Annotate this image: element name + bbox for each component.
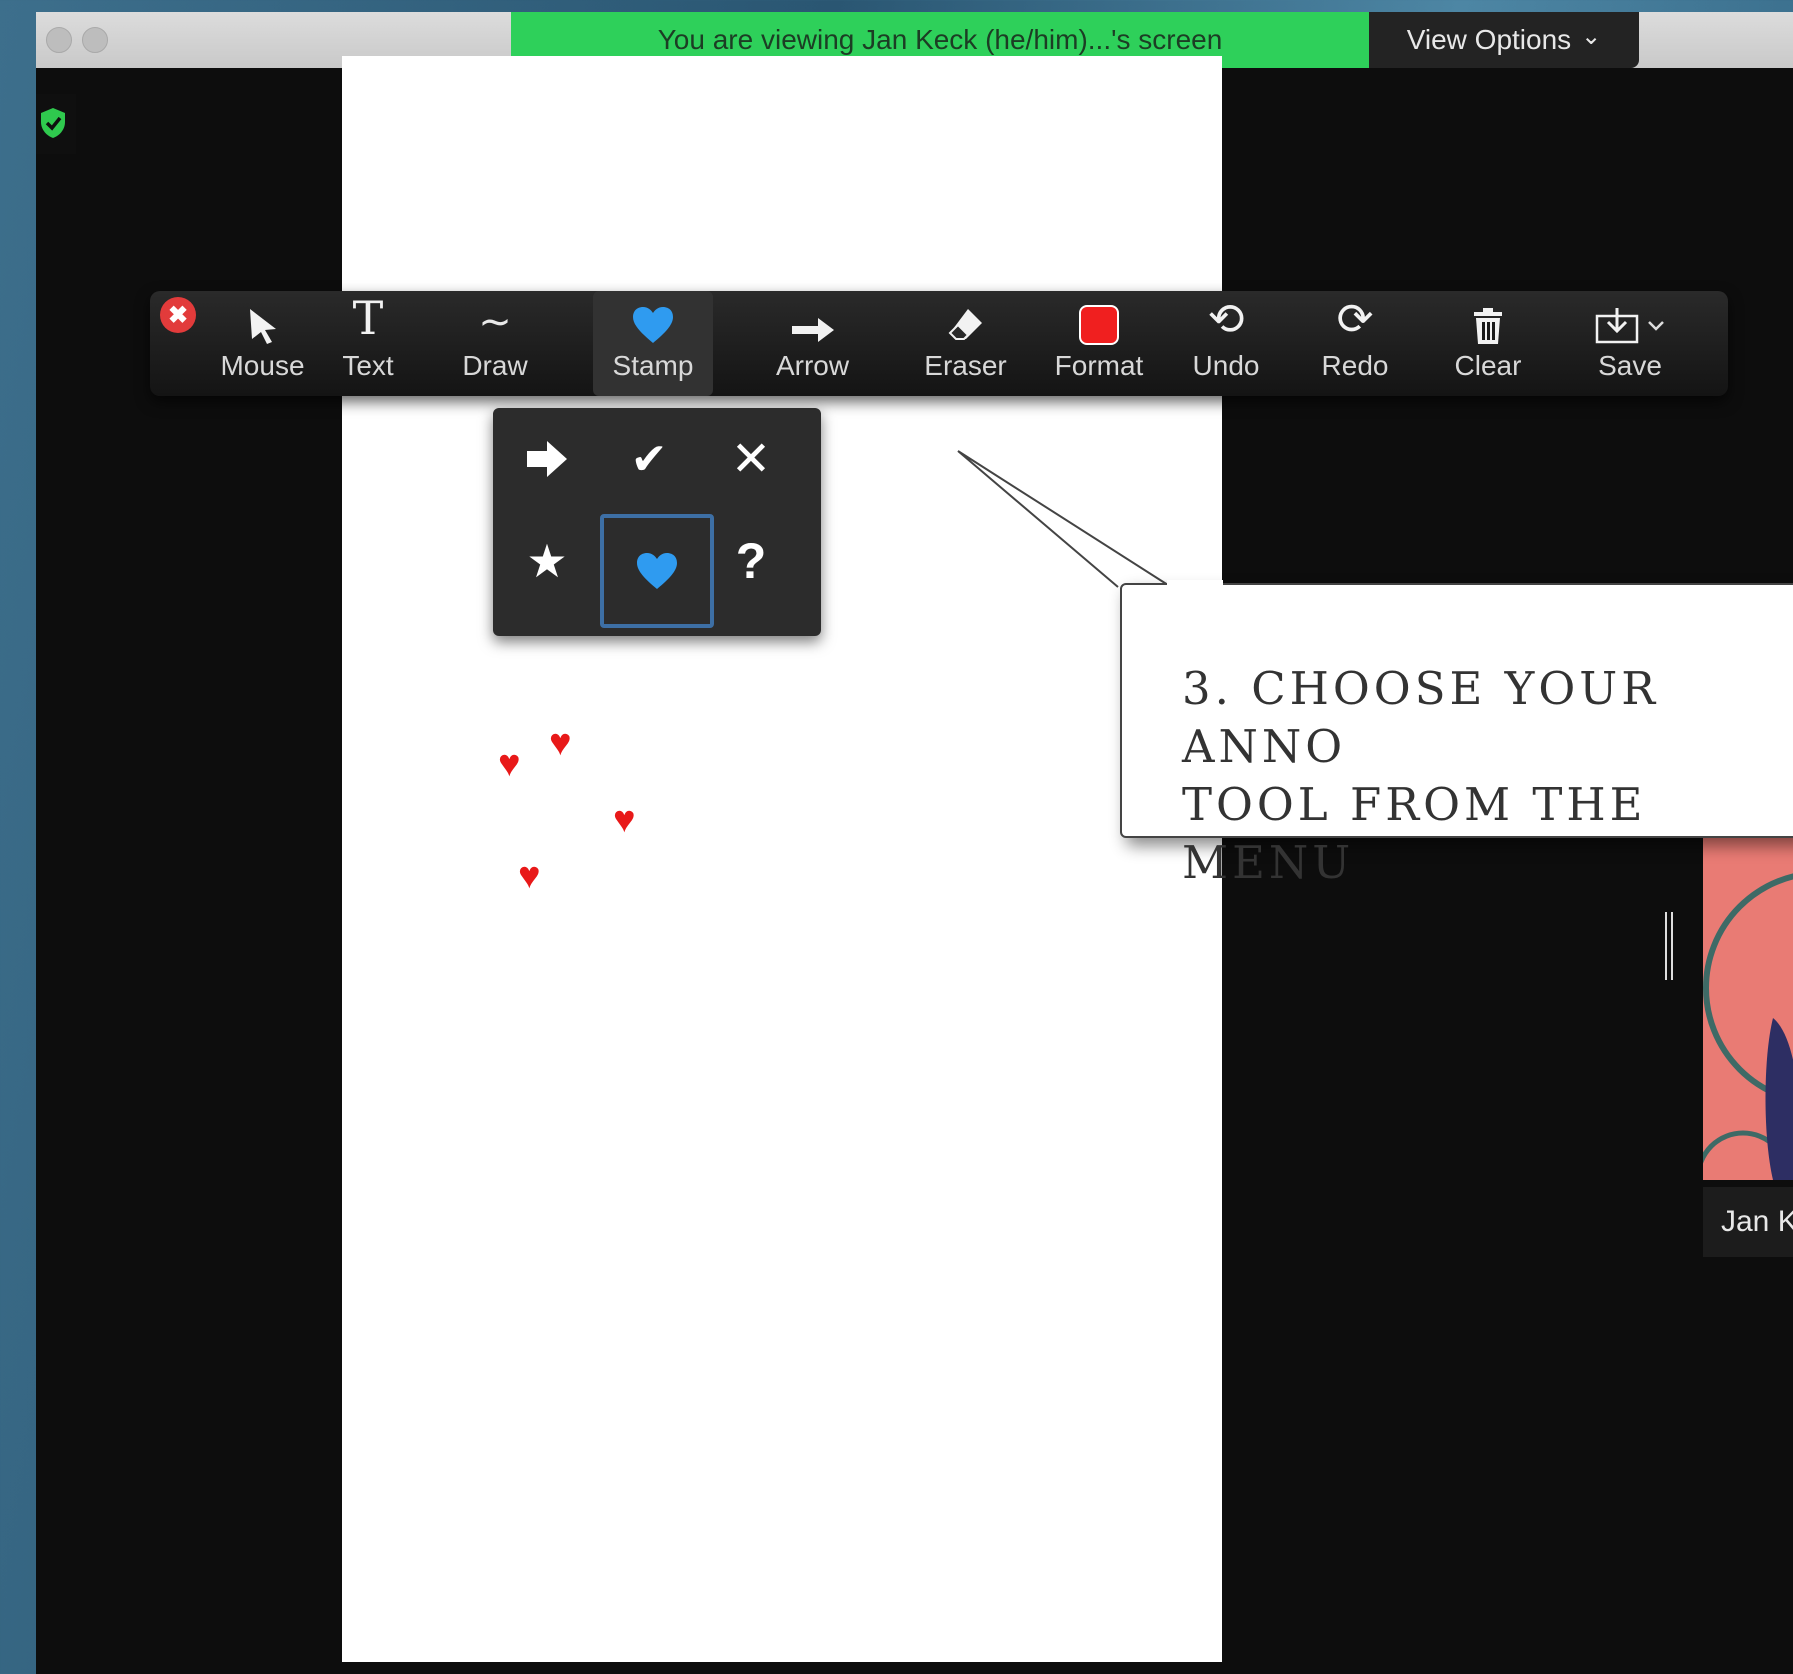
encryption-shield[interactable] [36, 94, 76, 154]
tool-label: Text [342, 350, 394, 381]
tool-redo[interactable]: ⟳ Redo [1315, 291, 1395, 396]
tool-label: Mouse [220, 350, 305, 381]
tool-label: Eraser [924, 350, 1007, 381]
tool-draw[interactable]: ∼ Draw [450, 291, 540, 396]
tool-undo[interactable]: ⟲ Undo [1182, 291, 1270, 396]
tool-label: Arrow [775, 350, 850, 381]
tool-label: Format [1054, 350, 1144, 381]
heart-stamp-mark: ♥ [518, 855, 541, 897]
view-options-label: View Options [1406, 24, 1572, 55]
x-icon: ✕ [730, 433, 772, 486]
mouse-pointer-icon [249, 309, 276, 344]
stamp-option-star[interactable]: ★ [496, 510, 598, 612]
participant-name: Jan K [1721, 1205, 1793, 1238]
heart-stamp-mark: ♥ [613, 799, 636, 841]
panel-resize-handle[interactable] [1665, 912, 1675, 980]
tool-text[interactable]: T Text [328, 291, 408, 396]
format-color-icon [1079, 305, 1119, 345]
stamp-menu: ✔ ✕ ★ ? [493, 408, 821, 636]
close-icon[interactable]: ✖ [160, 297, 196, 333]
heart-stamp-mark: ♥ [498, 743, 521, 785]
shield-icon [41, 108, 65, 138]
draw-icon: ∼ [478, 300, 512, 344]
tool-mouse[interactable]: Mouse [210, 291, 315, 396]
heart-stamp-mark: ♥ [549, 722, 572, 764]
save-icon [1595, 308, 1639, 344]
check-icon: ✔ [630, 434, 668, 484]
star-icon: ★ [526, 535, 568, 587]
tool-label: Stamp [612, 350, 694, 381]
undo-icon: ⟲ [1207, 295, 1245, 344]
tool-arrow[interactable]: Arrow [765, 291, 860, 396]
tool-label: Save [1598, 350, 1662, 381]
tool-stamp[interactable]: Stamp [593, 291, 713, 396]
window-close-dot[interactable] [46, 27, 72, 53]
tool-clear[interactable]: Clear [1443, 291, 1533, 396]
heart-stamp-icon [633, 307, 673, 343]
heart-icon [637, 553, 677, 589]
tool-label: Undo [1192, 350, 1260, 381]
arrow-right-icon [527, 441, 567, 477]
eraser-icon [948, 309, 982, 340]
redo-icon: ⟳ [1336, 295, 1374, 344]
annotation-toolbar: ✖ Mouse T Text ∼ Draw Stamp Arrow Eraser… [150, 291, 1728, 396]
callout-text: 3. CHOOSE YOUR ANNO TOOL FROM THE MENU [1182, 662, 1660, 889]
tool-eraser[interactable]: Eraser [918, 291, 1013, 396]
tool-save[interactable]: Save [1580, 291, 1680, 396]
participant-name-label: Jan K [1703, 1187, 1793, 1257]
tool-label: Clear [1454, 350, 1522, 381]
banner-text: You are viewing Jan Keck (he/him)...'s s… [657, 24, 1223, 55]
tool-format[interactable]: Format [1048, 291, 1150, 396]
tool-label: Redo [1321, 350, 1389, 381]
chevron-down-icon[interactable] [1647, 320, 1665, 332]
text-icon: T [352, 291, 384, 345]
stamp-option-question[interactable]: ? [700, 510, 802, 612]
question-icon: ? [735, 533, 767, 589]
tool-label: Draw [462, 350, 528, 381]
trash-icon [1474, 308, 1502, 344]
stamp-option-x[interactable]: ✕ [700, 408, 802, 510]
chevron-down-icon: ⌄ [1581, 22, 1602, 50]
callout-pointer-joint [1167, 580, 1223, 588]
arrow-icon [791, 318, 834, 342]
window-minimize-dot[interactable] [82, 27, 108, 53]
stamp-option-check[interactable]: ✔ [598, 408, 700, 510]
stamp-option-arrow[interactable] [496, 408, 598, 510]
stamp-option-heart[interactable] [600, 514, 714, 628]
view-options-button[interactable]: View Options ⌄ [1369, 12, 1639, 68]
